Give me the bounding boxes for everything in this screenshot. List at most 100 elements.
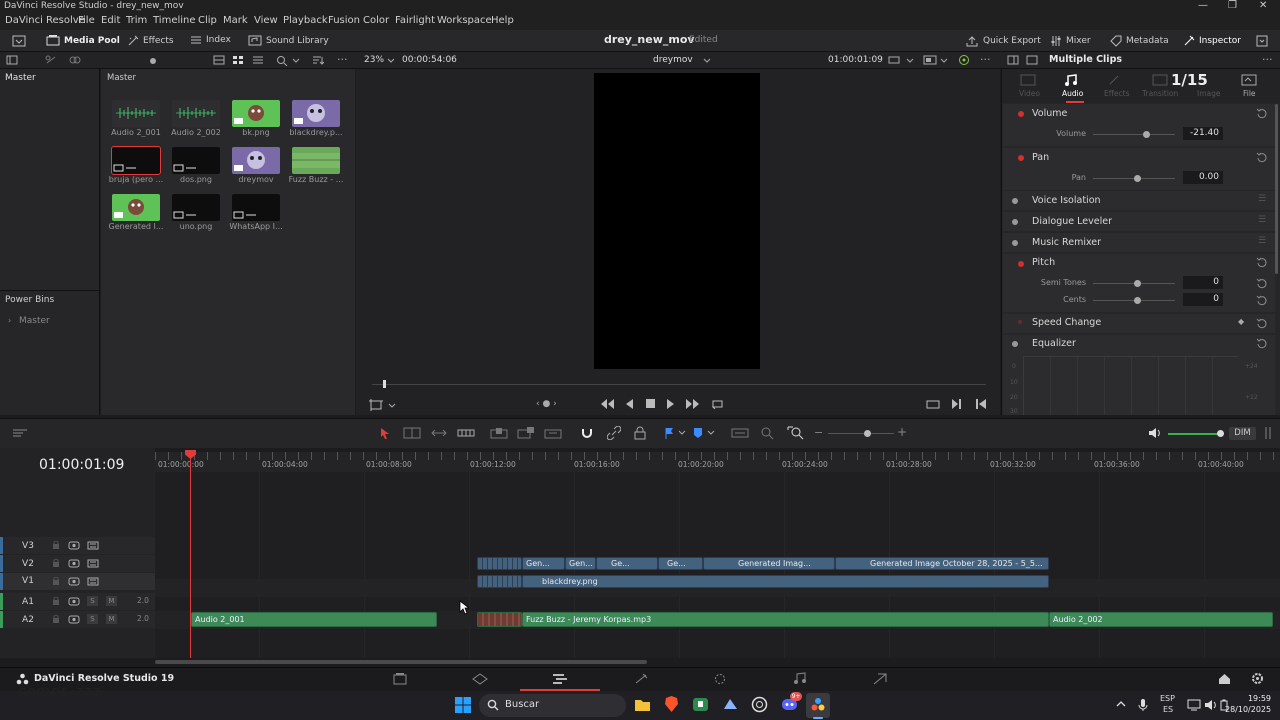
- menu-timeline[interactable]: Timeline: [153, 15, 196, 26]
- viewer-playhead[interactable]: [383, 380, 386, 388]
- speed-change-reset-icon[interactable]: [1256, 317, 1268, 329]
- tray-chevron-up-icon[interactable]: [1116, 699, 1126, 709]
- keyframe-icon[interactable]: ◆: [1238, 317, 1244, 326]
- list-view-icon[interactable]: [252, 55, 264, 65]
- page-media-icon[interactable]: [393, 673, 407, 685]
- v2-clip-6[interactable]: Generated Image October 28, 2025 - 5_5..…: [835, 557, 1049, 570]
- tab-audio[interactable]: Audio: [1062, 74, 1083, 98]
- flag-chevron-down-icon[interactable]: [678, 427, 686, 437]
- menu-davinci[interactable]: DaVinci Resolve: [5, 15, 85, 26]
- zoom-slider-knob[interactable]: [864, 430, 871, 437]
- cents-reset-icon[interactable]: [1256, 294, 1268, 306]
- track-disable-video-icon[interactable]: [87, 559, 99, 568]
- v2-clip-3[interactable]: Ge...: [596, 557, 658, 570]
- inspector-expand-icon[interactable]: [1256, 35, 1268, 47]
- equalizer-reset-icon[interactable]: [1256, 337, 1268, 349]
- track-autoselect-icon[interactable]: [68, 541, 80, 550]
- volume-reset-icon[interactable]: [1256, 107, 1268, 119]
- media-pool-clip-thumbnail[interactable]: [232, 100, 280, 127]
- maximize-icon[interactable]: ❐: [1228, 0, 1237, 11]
- viewer-frame[interactable]: [594, 73, 760, 369]
- sort-icon[interactable]: [312, 55, 324, 65]
- mixer-button[interactable]: Mixer: [1050, 35, 1091, 47]
- dynamic-trim-icon[interactable]: [430, 427, 448, 439]
- media-pool-clip-thumbnail[interactable]: [111, 146, 161, 175]
- next-clip-icon[interactable]: [951, 398, 963, 410]
- input-language[interactable]: ESP: [1160, 694, 1175, 703]
- loop-icon[interactable]: [710, 398, 725, 410]
- equalizer-toggle[interactable]: [1012, 341, 1018, 347]
- speed-change-toggle[interactable]: [1018, 320, 1022, 324]
- pitch-reset-icon[interactable]: [1256, 256, 1268, 268]
- voice-isolation-menu-icon[interactable]: ☰: [1258, 194, 1266, 204]
- timeline-chevron-down-icon[interactable]: [703, 55, 711, 65]
- track-mute-button[interactable]: M: [106, 596, 117, 606]
- go-to-start-icon[interactable]: [599, 398, 615, 410]
- page-fairlight-icon[interactable]: [793, 672, 807, 685]
- menu-clip[interactable]: Clip: [198, 15, 217, 26]
- equalizer-section[interactable]: Equalizer: [1032, 338, 1076, 349]
- custom-zoom-icon[interactable]: [787, 426, 805, 440]
- clock-time[interactable]: 19:59: [1235, 694, 1271, 703]
- v2-clip-2[interactable]: Gen...: [565, 557, 596, 570]
- linked-selection-icon[interactable]: [607, 426, 621, 440]
- pitch-enable-toggle[interactable]: [1018, 261, 1024, 267]
- sidebar-icon[interactable]: [6, 55, 18, 65]
- inspector-more-icon[interactable]: ···: [1262, 53, 1273, 66]
- media-pool-clip-thumbnail[interactable]: [172, 147, 220, 174]
- semitones-value[interactable]: 0: [1183, 276, 1223, 289]
- media-pool-clip-thumbnail[interactable]: [292, 100, 340, 127]
- monitor-chevron-down-icon[interactable]: [940, 55, 948, 65]
- menu-view[interactable]: View: [254, 15, 278, 26]
- viewer-more-icon[interactable]: ···: [980, 53, 991, 66]
- volume-slider-knob[interactable]: [1143, 131, 1150, 138]
- menu-fusion[interactable]: Fusion: [328, 15, 360, 26]
- track-autoselect-icon[interactable]: [68, 577, 80, 586]
- v1-clip-blackdrey[interactable]: blackdrey.png: [522, 575, 1049, 588]
- semitones-reset-icon[interactable]: [1256, 277, 1268, 289]
- chevron-right-icon[interactable]: ›: [8, 316, 11, 325]
- transform-chevron-icon[interactable]: [388, 400, 396, 410]
- monitor-icon[interactable]: [923, 55, 937, 66]
- dialogue-leveler-section[interactable]: Dialogue Leveler: [1032, 216, 1112, 227]
- snapping-icon[interactable]: [580, 426, 594, 440]
- chatgpt-icon[interactable]: [751, 696, 768, 713]
- track-autoselect-icon[interactable]: [68, 597, 80, 606]
- full-extent-zoom-icon[interactable]: [731, 427, 749, 439]
- track-disable-video-icon[interactable]: [87, 577, 99, 586]
- unlink-icon[interactable]: [45, 55, 57, 65]
- brave-browser-icon[interactable]: [664, 696, 679, 713]
- play-icon[interactable]: [666, 398, 676, 410]
- audio-meter-icon[interactable]: [1264, 426, 1272, 440]
- clock-date[interactable]: 28/10/2025: [1225, 705, 1271, 714]
- more-options-icon[interactable]: ···: [337, 53, 348, 66]
- transform-icon[interactable]: [369, 399, 383, 411]
- pan-slider-knob[interactable]: [1134, 175, 1141, 182]
- media-pool-clip-thumbnail[interactable]: [172, 194, 220, 221]
- dim-button[interactable]: DIM: [1229, 427, 1256, 440]
- speed-change-section[interactable]: Speed Change: [1032, 317, 1101, 328]
- dialogue-leveler-menu-icon[interactable]: ☰: [1258, 215, 1266, 225]
- tab-file[interactable]: File: [1241, 74, 1257, 98]
- volume-value[interactable]: -21.40: [1183, 127, 1223, 140]
- media-pool-clip-thumbnail[interactable]: [172, 100, 220, 127]
- a2-clip-audio-2-002[interactable]: Audio 2_002: [1049, 612, 1273, 627]
- media-pool-clip-thumbnail[interactable]: [232, 194, 280, 221]
- effects-button[interactable]: Effects: [127, 35, 174, 47]
- index-button[interactable]: Index: [190, 35, 231, 45]
- inspector-pin-icon[interactable]: [1007, 55, 1019, 65]
- semitones-slider-knob[interactable]: [1134, 280, 1141, 287]
- trim-tool-icon[interactable]: [403, 427, 421, 439]
- xbox-app-icon[interactable]: [692, 697, 709, 712]
- page-color-icon[interactable]: [713, 673, 727, 685]
- cents-value[interactable]: 0: [1183, 293, 1223, 306]
- zoom-chevron-down-icon[interactable]: [387, 55, 395, 65]
- menu-edit[interactable]: Edit: [101, 15, 120, 26]
- page-deliver-icon[interactable]: [873, 673, 887, 685]
- track-autoselect-icon[interactable]: [68, 559, 80, 568]
- search-icon[interactable]: [276, 55, 288, 66]
- dialogue-leveler-toggle[interactable]: [1012, 219, 1018, 225]
- overwrite-clip-icon[interactable]: [517, 427, 535, 439]
- search-chevron-down-icon[interactable]: [292, 55, 300, 65]
- track-solo-button[interactable]: S: [87, 614, 98, 624]
